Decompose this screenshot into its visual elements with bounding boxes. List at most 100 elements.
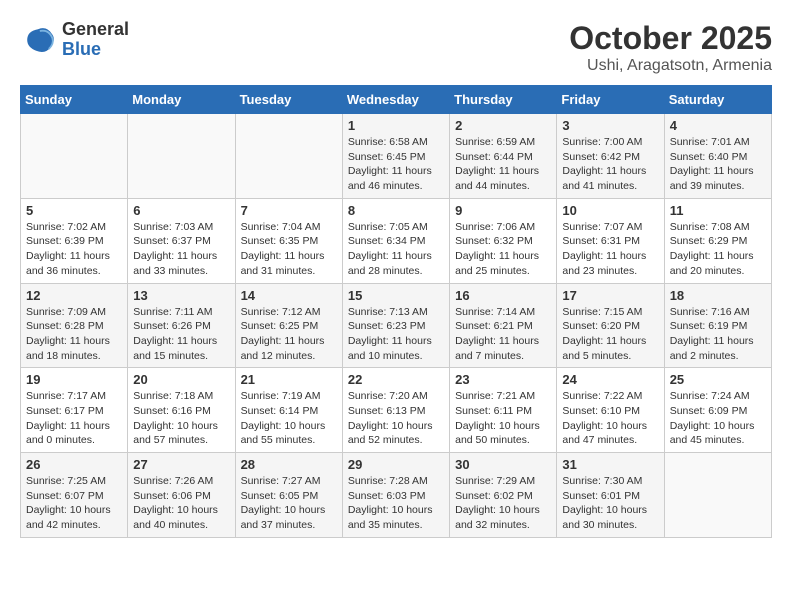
calendar-cell: 15 Sunrise: 7:13 AM Sunset: 6:23 PM Dayli… bbox=[342, 283, 449, 368]
calendar-cell bbox=[21, 114, 128, 199]
calendar-cell: 7Sunrise: 7:04 AM Sunset: 6:35 PM Daylig… bbox=[235, 198, 342, 283]
day-info: Sunrise: 7:18 AM Sunset: 6:16 PM Dayligh… bbox=[133, 389, 229, 448]
calendar-cell: 29Sunrise: 7:28 AM Sunset: 6:03 PM Dayli… bbox=[342, 453, 449, 538]
day-number: 10 bbox=[562, 203, 658, 218]
day-info: Sunrise: 7:12 AM Sunset: 6:25 PM Dayligh… bbox=[241, 305, 337, 364]
day-number: 24 bbox=[562, 372, 658, 387]
calendar-cell: 24 Sunrise: 7:22 AM Sunset: 6:10 PM Dayli… bbox=[557, 368, 664, 453]
day-number: 31 bbox=[562, 457, 658, 472]
calendar-cell: 4 Sunrise: 7:01 AM Sunset: 6:40 PM Daylig… bbox=[664, 114, 771, 199]
day-number: 14 bbox=[241, 288, 337, 303]
day-info: Sunrise: 7:05 AM Sunset: 6:34 PM Dayligh… bbox=[348, 220, 444, 279]
day-number: 21 bbox=[241, 372, 337, 387]
day-number: 15 bbox=[348, 288, 444, 303]
calendar-cell: 13 Sunrise: 7:11 AM Sunset: 6:26 PM Dayli… bbox=[128, 283, 235, 368]
weekday-header-sunday: Sunday bbox=[21, 86, 128, 114]
weekday-header-wednesday: Wednesday bbox=[342, 86, 449, 114]
day-number: 22 bbox=[348, 372, 444, 387]
day-number: 1 bbox=[348, 118, 444, 133]
page-header: General Blue October 2025 Ushi, Aragatso… bbox=[20, 20, 772, 75]
logo-blue: Blue bbox=[62, 39, 101, 59]
weekday-header-saturday: Saturday bbox=[664, 86, 771, 114]
week-row-3: 12Sunrise: 7:09 AM Sunset: 6:28 PM Dayli… bbox=[21, 283, 772, 368]
day-info: Sunrise: 7:22 AM Sunset: 6:10 PM Dayligh… bbox=[562, 389, 658, 448]
calendar-cell bbox=[664, 453, 771, 538]
day-info: Sunrise: 7:26 AM Sunset: 6:06 PM Dayligh… bbox=[133, 474, 229, 533]
logo: General Blue bbox=[20, 20, 129, 60]
day-number: 28 bbox=[241, 457, 337, 472]
calendar-cell: 19 Sunrise: 7:17 AM Sunset: 6:17 PM Dayli… bbox=[21, 368, 128, 453]
day-info: Sunrise: 7:30 AM Sunset: 6:01 PM Dayligh… bbox=[562, 474, 658, 533]
day-info: Sunrise: 7:07 AM Sunset: 6:31 PM Dayligh… bbox=[562, 220, 658, 279]
week-row-1: 1 Sunrise: 6:58 AM Sunset: 6:45 PM Daylig… bbox=[21, 114, 772, 199]
day-number: 2 bbox=[455, 118, 551, 133]
calendar-cell: 22 Sunrise: 7:20 AM Sunset: 6:13 PM Dayli… bbox=[342, 368, 449, 453]
weekday-header-thursday: Thursday bbox=[450, 86, 557, 114]
calendar-cell: 27 Sunrise: 7:26 AM Sunset: 6:06 PM Dayli… bbox=[128, 453, 235, 538]
day-number: 20 bbox=[133, 372, 229, 387]
day-number: 6 bbox=[133, 203, 229, 218]
title-block: October 2025 Ushi, Aragatsotn, Armenia bbox=[569, 20, 772, 75]
calendar-cell: 6 Sunrise: 7:03 AM Sunset: 6:37 PM Daylig… bbox=[128, 198, 235, 283]
week-row-5: 26 Sunrise: 7:25 AM Sunset: 6:07 PM Dayli… bbox=[21, 453, 772, 538]
calendar-cell: 11 Sunrise: 7:08 AM Sunset: 6:29 PM Dayli… bbox=[664, 198, 771, 283]
weekday-header-tuesday: Tuesday bbox=[235, 86, 342, 114]
calendar-cell: 31 Sunrise: 7:30 AM Sunset: 6:01 PM Dayli… bbox=[557, 453, 664, 538]
day-number: 25 bbox=[670, 372, 766, 387]
calendar-cell: 17Sunrise: 7:15 AM Sunset: 6:20 PM Dayli… bbox=[557, 283, 664, 368]
day-info: Sunrise: 7:01 AM Sunset: 6:40 PM Dayligh… bbox=[670, 135, 766, 194]
calendar-cell: 30 Sunrise: 7:29 AM Sunset: 6:02 PM Dayli… bbox=[450, 453, 557, 538]
calendar-cell: 2Sunrise: 6:59 AM Sunset: 6:44 PM Daylig… bbox=[450, 114, 557, 199]
weekday-header-row: SundayMondayTuesdayWednesdayThursdayFrid… bbox=[21, 86, 772, 114]
day-info: Sunrise: 6:58 AM Sunset: 6:45 PM Dayligh… bbox=[348, 135, 444, 194]
day-info: Sunrise: 7:08 AM Sunset: 6:29 PM Dayligh… bbox=[670, 220, 766, 279]
calendar-table: SundayMondayTuesdayWednesdayThursdayFrid… bbox=[20, 85, 772, 538]
day-info: Sunrise: 7:03 AM Sunset: 6:37 PM Dayligh… bbox=[133, 220, 229, 279]
day-info: Sunrise: 7:19 AM Sunset: 6:14 PM Dayligh… bbox=[241, 389, 337, 448]
day-info: Sunrise: 7:14 AM Sunset: 6:21 PM Dayligh… bbox=[455, 305, 551, 364]
day-number: 26 bbox=[26, 457, 122, 472]
calendar-cell: 5 Sunrise: 7:02 AM Sunset: 6:39 PM Daylig… bbox=[21, 198, 128, 283]
day-number: 4 bbox=[670, 118, 766, 133]
day-number: 29 bbox=[348, 457, 444, 472]
calendar-cell: 8 Sunrise: 7:05 AM Sunset: 6:34 PM Daylig… bbox=[342, 198, 449, 283]
day-number: 27 bbox=[133, 457, 229, 472]
day-info: Sunrise: 7:02 AM Sunset: 6:39 PM Dayligh… bbox=[26, 220, 122, 279]
day-number: 11 bbox=[670, 203, 766, 218]
day-number: 8 bbox=[348, 203, 444, 218]
day-number: 30 bbox=[455, 457, 551, 472]
calendar-cell: 21 Sunrise: 7:19 AM Sunset: 6:14 PM Dayli… bbox=[235, 368, 342, 453]
calendar-cell bbox=[235, 114, 342, 199]
calendar-cell: 23Sunrise: 7:21 AM Sunset: 6:11 PM Dayli… bbox=[450, 368, 557, 453]
calendar-cell: 10 Sunrise: 7:07 AM Sunset: 6:31 PM Dayli… bbox=[557, 198, 664, 283]
day-info: Sunrise: 7:20 AM Sunset: 6:13 PM Dayligh… bbox=[348, 389, 444, 448]
day-number: 5 bbox=[26, 203, 122, 218]
day-info: Sunrise: 7:27 AM Sunset: 6:05 PM Dayligh… bbox=[241, 474, 337, 533]
day-info: Sunrise: 7:06 AM Sunset: 6:32 PM Dayligh… bbox=[455, 220, 551, 279]
day-number: 17 bbox=[562, 288, 658, 303]
calendar-cell: 28 Sunrise: 7:27 AM Sunset: 6:05 PM Dayli… bbox=[235, 453, 342, 538]
calendar-cell: 26 Sunrise: 7:25 AM Sunset: 6:07 PM Dayli… bbox=[21, 453, 128, 538]
location: Ushi, Aragatsotn, Armenia bbox=[569, 57, 772, 75]
day-info: Sunrise: 7:11 AM Sunset: 6:26 PM Dayligh… bbox=[133, 305, 229, 364]
weekday-header-monday: Monday bbox=[128, 86, 235, 114]
day-number: 13 bbox=[133, 288, 229, 303]
weekday-header-friday: Friday bbox=[557, 86, 664, 114]
day-info: Sunrise: 7:04 AM Sunset: 6:35 PM Dayligh… bbox=[241, 220, 337, 279]
week-row-2: 5 Sunrise: 7:02 AM Sunset: 6:39 PM Daylig… bbox=[21, 198, 772, 283]
calendar-cell: 9Sunrise: 7:06 AM Sunset: 6:32 PM Daylig… bbox=[450, 198, 557, 283]
day-info: Sunrise: 7:13 AM Sunset: 6:23 PM Dayligh… bbox=[348, 305, 444, 364]
calendar-cell: 14 Sunrise: 7:12 AM Sunset: 6:25 PM Dayli… bbox=[235, 283, 342, 368]
day-info: Sunrise: 7:29 AM Sunset: 6:02 PM Dayligh… bbox=[455, 474, 551, 533]
day-info: Sunrise: 7:00 AM Sunset: 6:42 PM Dayligh… bbox=[562, 135, 658, 194]
day-info: Sunrise: 7:24 AM Sunset: 6:09 PM Dayligh… bbox=[670, 389, 766, 448]
logo-icon bbox=[20, 22, 56, 58]
day-info: Sunrise: 7:25 AM Sunset: 6:07 PM Dayligh… bbox=[26, 474, 122, 533]
day-number: 19 bbox=[26, 372, 122, 387]
day-info: Sunrise: 7:17 AM Sunset: 6:17 PM Dayligh… bbox=[26, 389, 122, 448]
calendar-cell: 3 Sunrise: 7:00 AM Sunset: 6:42 PM Daylig… bbox=[557, 114, 664, 199]
day-number: 16 bbox=[455, 288, 551, 303]
day-number: 3 bbox=[562, 118, 658, 133]
calendar-cell: 25 Sunrise: 7:24 AM Sunset: 6:09 PM Dayli… bbox=[664, 368, 771, 453]
month-title: October 2025 bbox=[569, 20, 772, 57]
